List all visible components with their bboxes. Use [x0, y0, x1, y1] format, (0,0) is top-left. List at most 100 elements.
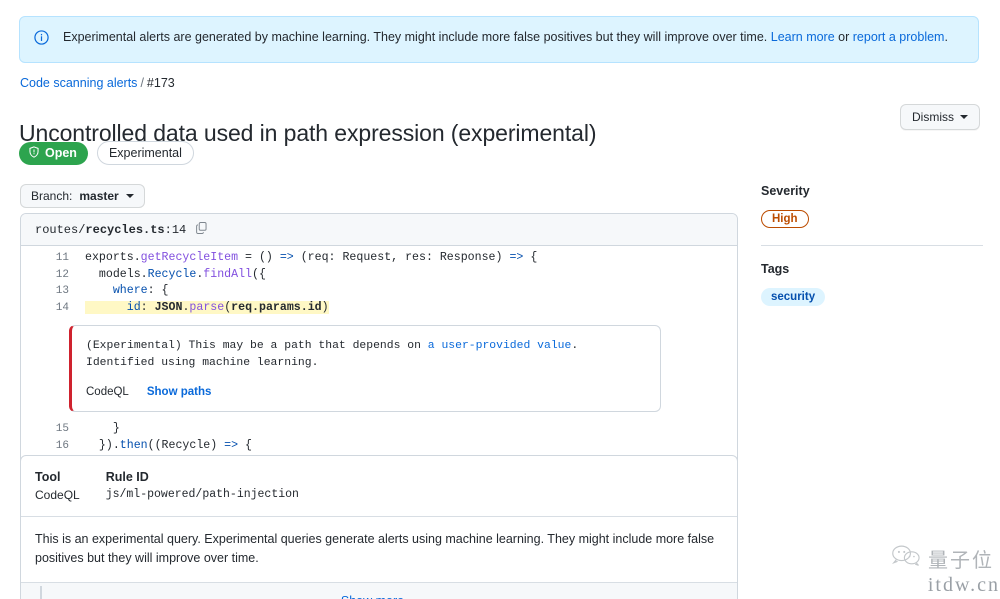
rule-id-value: js/ml-powered/path-injection: [105, 488, 299, 501]
code-line: 13 where: {: [21, 283, 737, 300]
code-line-number: 11: [55, 252, 69, 264]
code-token: }).: [85, 438, 120, 452]
code-token: req.params.id: [231, 300, 322, 314]
code-token: :: [140, 300, 155, 314]
code-line-number: 15: [55, 423, 69, 435]
code-line-content: where: {: [85, 283, 737, 300]
code-line: 16 }).then((Recycle) => {: [21, 438, 737, 455]
code-token: =>: [509, 251, 524, 264]
code-token: =>: [224, 438, 239, 452]
breadcrumb-parent-link[interactable]: Code scanning alerts: [20, 76, 137, 90]
code-token: =>: [279, 251, 294, 264]
status-badge: Open: [19, 141, 88, 165]
code-line: 14 id: JSON.parse(req.params.id): [21, 300, 737, 317]
code-token: id: [126, 300, 141, 314]
alert-details-panel: Tool CodeQL Rule ID js/ml-powered/path-i…: [20, 455, 738, 599]
code-snippet-panel: routes/recycles.ts:14 11 exports.getRecyc…: [20, 213, 738, 474]
annotation-tool-label: CodeQL: [86, 386, 129, 398]
shield-alert-icon: [28, 145, 40, 161]
dismiss-button[interactable]: Dismiss: [900, 104, 980, 130]
rule-id-column: Rule ID js/ml-powered/path-injection: [106, 470, 299, 502]
code-token: exports.: [85, 251, 141, 264]
code-token: (req: Request, res: Response): [293, 251, 510, 264]
code-token: parse: [189, 300, 225, 314]
code-token: }: [85, 422, 120, 435]
show-paths-link[interactable]: Show paths: [147, 386, 212, 398]
watermark-url: itdw.cn: [927, 574, 1000, 596]
code-token: ((Recycle): [147, 438, 225, 452]
alert-annotation-text: (Experimental) This may be a path that d…: [86, 338, 646, 372]
code-file-name: recycles.ts: [85, 222, 165, 237]
code-token: Recycle: [147, 267, 197, 281]
code-line-ref: :14: [164, 222, 187, 237]
alert-sidebar: Severity High Tags security: [761, 184, 983, 306]
watermark-name: 量子位: [928, 550, 994, 572]
breadcrumb-current: #173: [146, 76, 175, 90]
dismiss-button-label: Dismiss: [912, 110, 954, 124]
code-scanning-alert-page: Experimental alerts are generated by mac…: [0, 0, 1000, 599]
tool-label: Tool: [35, 470, 61, 484]
code-token: JSON: [154, 300, 183, 314]
code-token: getRecycleItem: [140, 251, 239, 264]
tool-value: CodeQL: [35, 488, 80, 502]
code-token: {: [523, 251, 538, 264]
code-path-prefix: routes/: [35, 222, 86, 237]
watermark: 量子位 itdw.cn: [891, 544, 998, 597]
code-line-number: 16: [55, 439, 69, 452]
report-problem-link[interactable]: report a problem: [853, 30, 945, 44]
rule-id-label: Rule ID: [105, 470, 149, 484]
status-badge-label: Open: [45, 146, 77, 160]
alert-description: This is an experimental query. Experimen…: [21, 517, 737, 583]
alert-annotation-meta: CodeQL Show paths: [86, 386, 646, 398]
banner-text-after: .: [944, 30, 948, 44]
show-more-button[interactable]: Show more: [341, 594, 417, 599]
timeline-rail: [40, 586, 42, 599]
learn-more-link[interactable]: Learn more: [771, 30, 835, 44]
code-line: 15 }: [21, 421, 737, 438]
chevron-down-icon: [960, 115, 968, 119]
experimental-chip: Experimental: [96, 141, 194, 165]
code-line-content: id: JSON.parse(req.params.id): [85, 300, 737, 317]
copy-icon[interactable]: [195, 221, 208, 238]
code-line-number: 13: [55, 285, 69, 297]
code-token: = (): [238, 251, 280, 264]
code-lines-top: 11 exports.getRecycleItem = () => (req: R…: [21, 250, 737, 316]
annotation-text-1: (Experimental) This may be a path that d…: [86, 340, 428, 352]
code-token: findAll: [203, 267, 252, 281]
info-icon: [34, 30, 49, 50]
banner-message: Experimental alerts are generated by mac…: [63, 29, 948, 46]
status-badge-row: Open Experimental: [19, 141, 194, 165]
code-lines: 11 exports.getRecycleItem = () => (req: R…: [21, 246, 737, 473]
watermark-brand: 量子位: [891, 544, 994, 573]
breadcrumb: Code scanning alerts / #173: [20, 76, 175, 90]
code-line-number: 14: [55, 301, 69, 314]
breadcrumb-separator: /: [140, 76, 144, 90]
severity-label: Severity: [761, 184, 810, 198]
code-line-content: }: [85, 421, 737, 438]
experimental-info-banner: Experimental alerts are generated by mac…: [19, 16, 979, 63]
banner-text-before: Experimental alerts are generated by mac…: [63, 30, 771, 44]
tag-security[interactable]: security: [761, 288, 826, 306]
alert-meta-row: Tool CodeQL Rule ID js/ml-powered/path-i…: [21, 456, 737, 517]
annotation-source-link[interactable]: a user-provided value: [428, 340, 572, 352]
code-token: : {: [147, 284, 169, 297]
code-line-content: }).then((Recycle) => {: [85, 438, 737, 455]
code-line-content: models.Recycle.findAll({: [85, 267, 737, 284]
branch-selector-button[interactable]: Branch: master: [20, 184, 145, 208]
chevron-down-icon: [125, 194, 134, 198]
code-line-number: 12: [55, 268, 69, 281]
code-line: 12 models.Recycle.findAll({: [21, 267, 737, 284]
sidebar-divider: [761, 245, 983, 246]
code-token: models.: [85, 267, 148, 281]
code-line-content: exports.getRecycleItem = () => (req: Req…: [85, 250, 737, 267]
code-token: ): [321, 300, 329, 314]
code-token: then: [119, 438, 148, 452]
severity-badge: High: [761, 210, 809, 228]
show-more-label: Show more: [341, 594, 404, 599]
banner-text-between: or: [834, 30, 853, 44]
code-token: {: [238, 438, 253, 452]
alert-annotation-wrapper: (Experimental) This may be a path that d…: [21, 316, 737, 421]
branch-prefix-label: Branch:: [31, 189, 73, 203]
tool-column: Tool CodeQL: [35, 470, 80, 502]
